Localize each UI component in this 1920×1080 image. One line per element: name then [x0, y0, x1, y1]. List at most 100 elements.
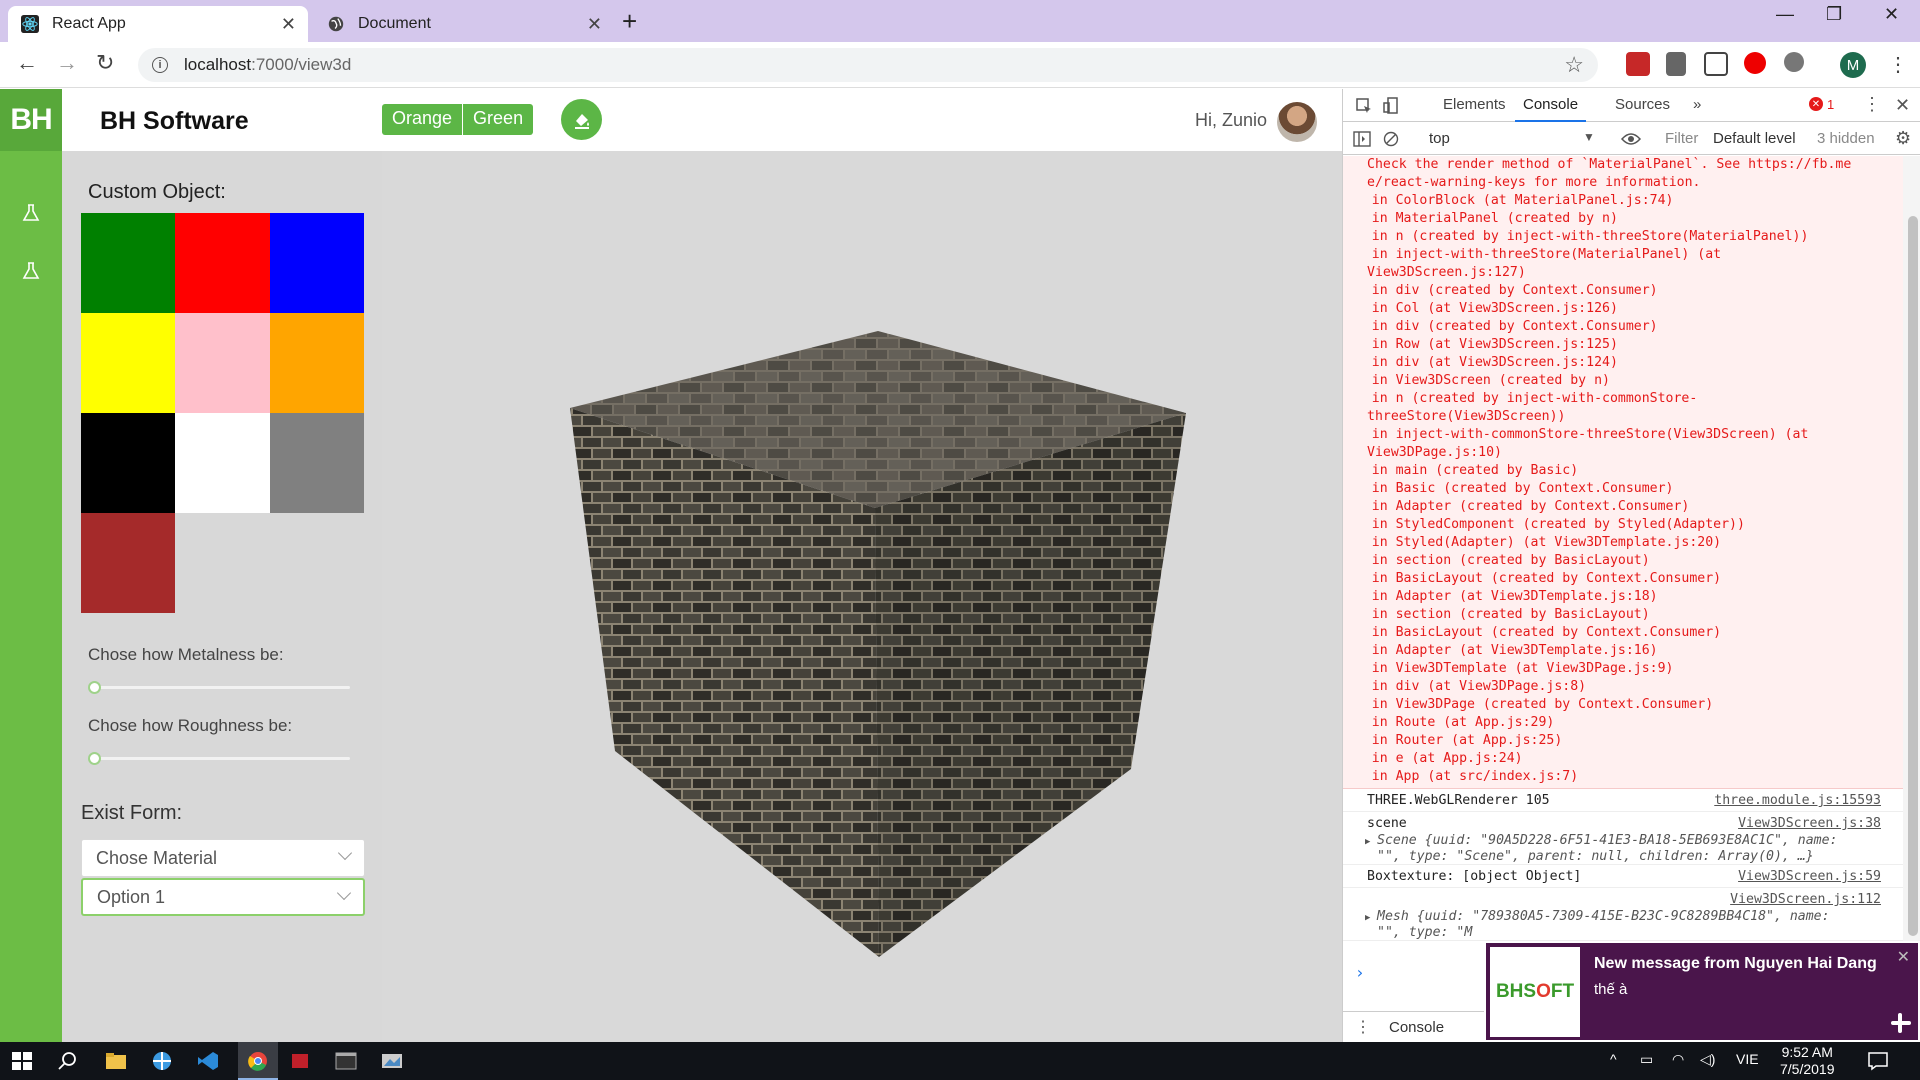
tab-react-app[interactable]: React App ✕ [8, 6, 308, 42]
theme-orange-button[interactable]: Orange [382, 104, 464, 135]
slider-track[interactable] [88, 686, 350, 689]
profile-avatar[interactable]: M [1840, 52, 1866, 78]
color-swatch[interactable] [270, 213, 364, 313]
color-swatch[interactable] [270, 313, 364, 413]
maximize-button[interactable]: ❐ [1826, 4, 1842, 25]
scrollbar-thumb[interactable] [1908, 216, 1918, 936]
close-notification-icon[interactable]: ✕ [1897, 947, 1910, 967]
app-logo[interactable]: BH [0, 89, 62, 151]
language-indicator[interactable]: VIE [1736, 1051, 1759, 1067]
search-icon[interactable] [56, 1050, 80, 1072]
color-swatch[interactable] [175, 213, 270, 313]
drawer-tab-console[interactable]: Console [1389, 1019, 1444, 1036]
clear-console-icon[interactable] [1383, 131, 1399, 147]
slack-notification[interactable]: BHS O FT New message from Nguyen Hai Dang … [1484, 941, 1920, 1042]
flask-icon[interactable] [21, 203, 41, 223]
console-scrollbar[interactable] [1903, 156, 1920, 946]
chrome-taskbar-item[interactable] [238, 1042, 278, 1080]
battery-icon[interactable]: ▭ [1640, 1051, 1653, 1068]
devtools-menu-icon[interactable]: ⋮ [1863, 94, 1881, 115]
log-source-link[interactable]: three.module.js:15593 [1714, 793, 1881, 808]
log-source-link[interactable]: View3DScreen.js:59 [1738, 869, 1881, 884]
eyedropper-icon[interactable] [1666, 52, 1686, 76]
drawer-menu-icon[interactable]: ⋮ [1355, 1017, 1371, 1037]
slider-track[interactable] [88, 757, 350, 760]
metalness-slider[interactable] [88, 681, 350, 694]
clock[interactable]: 9:52 AM 7/5/2019 [1780, 1044, 1835, 1078]
sidebar-toggle-icon[interactable] [1353, 131, 1371, 147]
log-source-link[interactable]: View3DScreen.js:112 [1730, 892, 1881, 907]
color-swatch[interactable] [270, 413, 364, 513]
tab-console[interactable]: Console [1514, 96, 1587, 122]
extension-icon[interactable] [1626, 52, 1650, 76]
tab-document[interactable]: Document ✕ [314, 6, 614, 42]
option-select[interactable]: Option 1 [81, 878, 365, 916]
tab-sources[interactable]: Sources [1615, 96, 1670, 113]
device-toggle-icon[interactable] [1383, 97, 1401, 115]
url-input[interactable]: i localhost:7000/view3d ☆ [138, 48, 1598, 82]
3d-viewport-canvas[interactable] [382, 151, 1342, 1042]
slider-handle[interactable] [88, 752, 101, 765]
log-object-preview[interactable]: "", type: "Scene", parent: null, childre… [1377, 849, 1814, 864]
error-stack-line: in div (created by Context.Consumer) [1340, 319, 1658, 334]
color-swatch[interactable] [81, 313, 175, 413]
color-swatch[interactable] [81, 413, 175, 513]
paint-bucket-button[interactable] [561, 99, 602, 140]
wifi-icon[interactable]: ◠ [1672, 1051, 1684, 1068]
inspect-icon[interactable] [1355, 97, 1373, 115]
log-level-select[interactable]: Default level [1713, 130, 1796, 147]
expand-caret-icon[interactable]: ▶ [1365, 837, 1370, 847]
app-icon[interactable] [380, 1050, 404, 1072]
theme-green-button[interactable]: Green [463, 104, 534, 135]
more-tabs-button[interactable]: » [1693, 96, 1701, 113]
text-extension-icon[interactable] [1704, 52, 1728, 76]
tab-close-icon[interactable]: ✕ [281, 14, 296, 35]
new-tab-button[interactable]: + [622, 6, 637, 36]
tab-elements[interactable]: Elements [1443, 96, 1506, 113]
log-object-preview[interactable]: "", type: "M [1377, 925, 1472, 940]
vscode-icon[interactable] [196, 1050, 220, 1072]
tab-close-icon[interactable]: ✕ [587, 14, 602, 35]
info-icon[interactable]: i [152, 57, 168, 73]
eye-icon[interactable] [1621, 132, 1641, 146]
reload-icon[interactable]: ↻ [96, 50, 114, 76]
avatar[interactable] [1277, 102, 1317, 142]
chevron-up-icon[interactable]: ^ [1610, 1051, 1617, 1067]
color-swatch[interactable] [81, 213, 175, 313]
forward-arrow-icon[interactable]: → [56, 50, 78, 76]
roughness-slider[interactable] [88, 752, 350, 765]
terminal-icon[interactable] [334, 1050, 358, 1072]
close-devtools-icon[interactable]: ✕ [1895, 95, 1910, 116]
color-swatch[interactable] [81, 513, 175, 613]
gear-icon[interactable]: ⚙ [1895, 128, 1911, 149]
file-explorer-icon[interactable] [104, 1050, 128, 1072]
bookmark-star-icon[interactable]: ☆ [1564, 52, 1584, 78]
error-icon[interactable]: ✕ [1809, 97, 1823, 111]
menu-kebab-icon[interactable]: ⋮ [1888, 52, 1908, 77]
close-window-button[interactable]: ✕ [1884, 4, 1899, 25]
back-arrow-icon[interactable]: ← [16, 50, 38, 76]
context-select[interactable]: top [1429, 130, 1450, 147]
filter-input[interactable]: Filter [1665, 130, 1698, 147]
globe-icon [326, 14, 346, 34]
color-swatch[interactable] [175, 413, 270, 513]
slider-handle[interactable] [88, 681, 101, 694]
log-object-preview[interactable]: Scene {uuid: "90A5D228-6F51-41E3-BA18-5E… [1377, 833, 1838, 848]
log-source-link[interactable]: View3DScreen.js:38 [1738, 816, 1881, 831]
log-object-preview[interactable]: Mesh {uuid: "789380A5-7309-415E-B23C-9C8… [1377, 909, 1830, 924]
flask-icon[interactable] [21, 261, 41, 281]
material-select[interactable]: Chose Material [81, 839, 365, 877]
error-stack-line: threeStore(View3DScreen)) [1367, 409, 1566, 424]
app-icon[interactable] [150, 1050, 174, 1072]
error-count[interactable]: 1 [1827, 97, 1834, 112]
bug-icon[interactable] [1784, 52, 1804, 72]
opera-icon[interactable] [1744, 52, 1766, 74]
notification-center-icon[interactable] [1866, 1050, 1890, 1072]
minimize-button[interactable]: — [1776, 4, 1794, 25]
windows-start-icon[interactable] [10, 1050, 34, 1072]
color-swatch[interactable] [175, 313, 270, 413]
expand-caret-icon[interactable]: ▶ [1365, 913, 1370, 923]
volume-icon[interactable]: ◁) [1700, 1051, 1715, 1068]
console-prompt[interactable]: › [1355, 963, 1365, 982]
app-icon[interactable] [288, 1050, 312, 1072]
